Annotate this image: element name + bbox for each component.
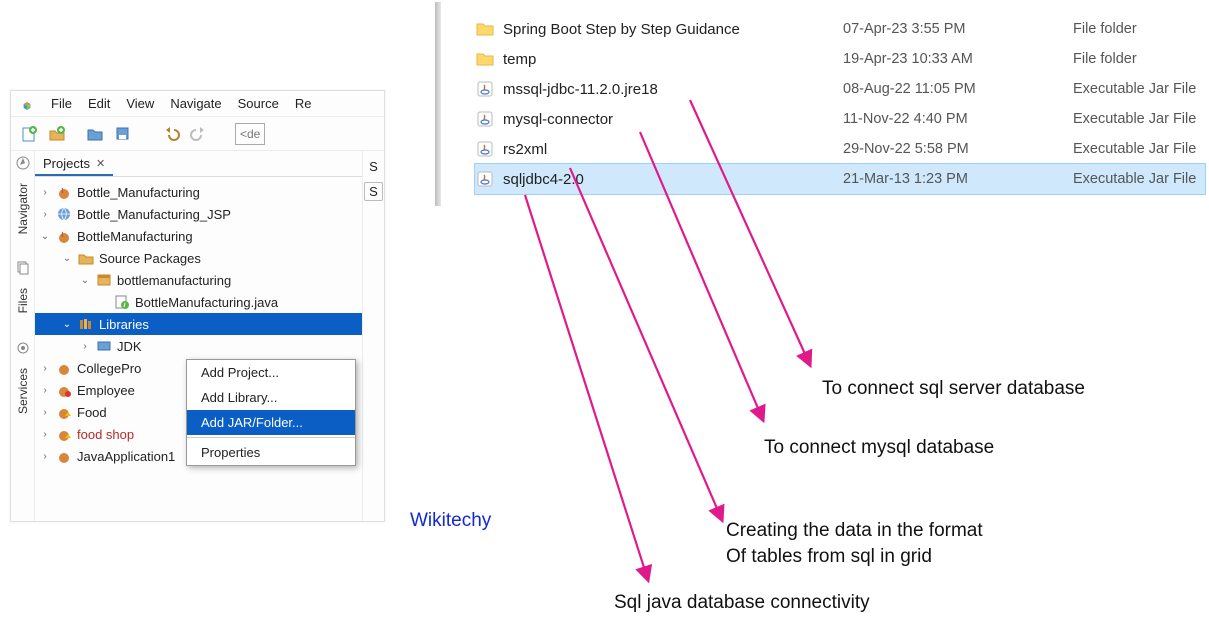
context-menu: Add Project... Add Library... Add JAR/Fo… (186, 359, 356, 466)
ctx-separator (187, 437, 355, 438)
ctx-add-project[interactable]: Add Project... (187, 360, 355, 385)
ctx-properties[interactable]: Properties (187, 440, 355, 465)
annotation-rs2xml-a: Creating the data in the format (726, 520, 983, 542)
annotation-mysql: To connect mysql database (764, 437, 994, 459)
annotation-sql-server: To connect sql server database (822, 378, 1085, 400)
ctx-add-jar-folder[interactable]: Add JAR/Folder... (187, 410, 355, 435)
annotation-rs2xml-b: Of tables from sql in grid (726, 546, 932, 568)
wikitechy-watermark: Wikitechy (410, 510, 491, 532)
annotation-sqljdbc: Sql java database connectivity (614, 592, 870, 614)
ctx-add-library[interactable]: Add Library... (187, 385, 355, 410)
annotation-arrows (0, 0, 1209, 639)
